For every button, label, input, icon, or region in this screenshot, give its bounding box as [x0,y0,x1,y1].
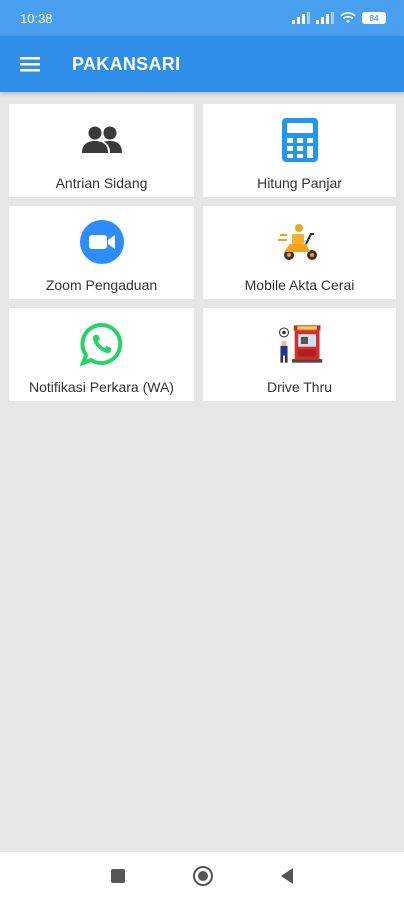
recents-button[interactable] [106,864,130,888]
signal-icon [292,12,310,24]
menu-button[interactable] [8,42,52,86]
status-bar: 10:38 84 [0,0,404,36]
recents-square-icon [111,869,125,883]
menu-card-label: Zoom Pengaduan [45,277,158,293]
menu-grid: Antrian Sidang Hitung Panjar Zoom Pengad… [9,104,396,401]
hamburger-menu-icon [20,57,40,72]
system-nav-bar [0,852,404,900]
menu-card-drive-thru[interactable]: Drive Thru [203,308,396,401]
menu-card-label: Mobile Akta Cerai [244,277,355,293]
drive-thru-booth-icon [276,320,324,368]
menu-card-zoom-pengaduan[interactable]: Zoom Pengaduan [9,206,194,299]
people-icon [78,116,126,164]
menu-card-hitung-panjar[interactable]: Hitung Panjar [203,104,396,197]
menu-card-label: Notifikasi Perkara (WA) [29,379,174,395]
menu-card-mobile-akta-cerai[interactable]: Mobile Akta Cerai [203,206,396,299]
menu-card-label: Hitung Panjar [257,175,342,191]
menu-card-label: Antrian Sidang [55,175,148,191]
signal-icon [316,12,334,24]
calculator-icon [276,116,324,164]
menu-card-antrian-sidang[interactable]: Antrian Sidang [9,104,194,197]
battery-level: 84 [369,13,379,23]
status-icons: 84 [292,12,386,24]
menu-card-notifikasi-perkara[interactable]: Notifikasi Perkara (WA) [9,308,194,401]
app-title: PAKANSARI [72,53,181,74]
whatsapp-icon [78,320,126,368]
back-button[interactable] [275,864,299,888]
back-triangle-icon [281,868,293,884]
menu-card-label: Drive Thru [266,379,333,395]
wifi-icon [340,12,356,23]
home-circle-icon [192,866,213,886]
app-bar: PAKANSARI [0,36,404,92]
delivery-scooter-icon [276,218,324,266]
home-button[interactable] [191,864,215,888]
status-time: 10:38 [20,10,53,26]
battery-icon: 84 [362,12,386,24]
zoom-video-icon [78,218,126,266]
